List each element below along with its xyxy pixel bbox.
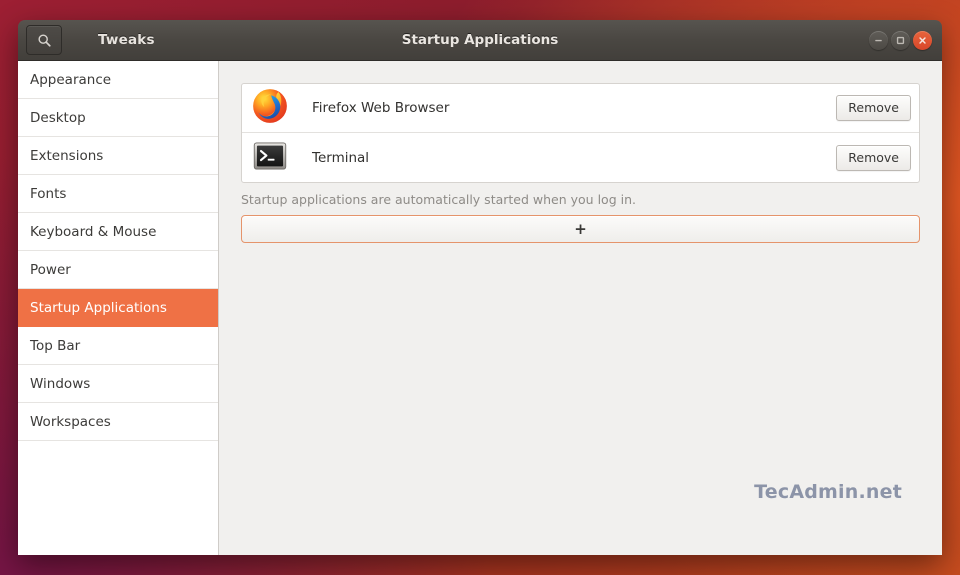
sidebar-item-desktop[interactable]: Desktop bbox=[18, 99, 218, 137]
maximize-button[interactable] bbox=[891, 31, 910, 50]
watermark: TecAdmin.net bbox=[754, 481, 902, 503]
sidebar-item-keyboard-mouse[interactable]: Keyboard & Mouse bbox=[18, 213, 218, 251]
content-area: Firefox Web Browser Remove Terminal Remove… bbox=[219, 61, 942, 555]
sidebar-item-workspaces[interactable]: Workspaces bbox=[18, 403, 218, 441]
sidebar-item-appearance[interactable]: Appearance bbox=[18, 61, 218, 99]
terminal-icon bbox=[252, 138, 288, 178]
sidebar-item-windows[interactable]: Windows bbox=[18, 365, 218, 403]
firefox-icon bbox=[252, 88, 288, 128]
hint-text: Startup applications are automatically s… bbox=[241, 192, 636, 207]
remove-button[interactable]: Remove bbox=[836, 144, 911, 171]
maximize-icon bbox=[895, 35, 906, 46]
sidebar-item-label: Keyboard & Mouse bbox=[30, 223, 157, 240]
remove-button[interactable]: Remove bbox=[836, 95, 911, 121]
sidebar-item-startup-applications[interactable]: Startup Applications bbox=[18, 289, 218, 327]
startup-application-row: Terminal Remove bbox=[242, 133, 919, 182]
sidebar-item-label: Desktop bbox=[30, 109, 86, 126]
desktop-background: Tweaks Startup Applications Appearance D… bbox=[0, 0, 960, 575]
sidebar-item-label: Appearance bbox=[30, 71, 112, 88]
minimize-button[interactable] bbox=[869, 31, 888, 50]
sidebar-item-label: Workspaces bbox=[30, 413, 111, 430]
app-icon bbox=[250, 88, 290, 128]
sidebar: Appearance Desktop Extensions Fonts Keyboard… bbox=[18, 61, 219, 555]
window-controls bbox=[869, 20, 932, 61]
app-name-label: Terminal bbox=[312, 149, 370, 166]
window-title: Startup Applications bbox=[401, 32, 559, 48]
add-startup-application-button[interactable]: + bbox=[241, 215, 920, 243]
startup-application-row: Firefox Web Browser Remove bbox=[242, 84, 919, 133]
search-button[interactable] bbox=[26, 25, 62, 55]
minimize-icon bbox=[873, 35, 884, 46]
tweaks-window: Tweaks Startup Applications Appearance D… bbox=[18, 20, 942, 555]
sidebar-item-label: Startup Applications bbox=[30, 299, 167, 316]
sidebar-item-label: Extensions bbox=[30, 147, 104, 164]
close-icon bbox=[917, 35, 928, 46]
sidebar-item-fonts[interactable]: Fonts bbox=[18, 175, 218, 213]
sidebar-item-extensions[interactable]: Extensions bbox=[18, 137, 218, 175]
sidebar-item-top-bar[interactable]: Top Bar bbox=[18, 327, 218, 365]
sidebar-item-label: Windows bbox=[30, 375, 91, 392]
startup-applications-list: Firefox Web Browser Remove Terminal Remove bbox=[241, 83, 920, 183]
app-name-label: Firefox Web Browser bbox=[312, 100, 450, 116]
window-body: Appearance Desktop Extensions Fonts Keyboard… bbox=[18, 61, 942, 555]
sidebar-item-label: Top Bar bbox=[30, 337, 81, 354]
sidebar-item-label: Power bbox=[30, 261, 71, 278]
app-icon bbox=[250, 138, 290, 178]
sidebar-item-power[interactable]: Power bbox=[18, 251, 218, 289]
app-name-label: Tweaks bbox=[98, 32, 155, 48]
plus-icon: + bbox=[574, 219, 587, 238]
sidebar-item-label: Fonts bbox=[30, 185, 67, 202]
close-button[interactable] bbox=[913, 31, 932, 50]
search-icon bbox=[37, 33, 52, 48]
window-titlebar: Tweaks Startup Applications bbox=[18, 20, 942, 61]
